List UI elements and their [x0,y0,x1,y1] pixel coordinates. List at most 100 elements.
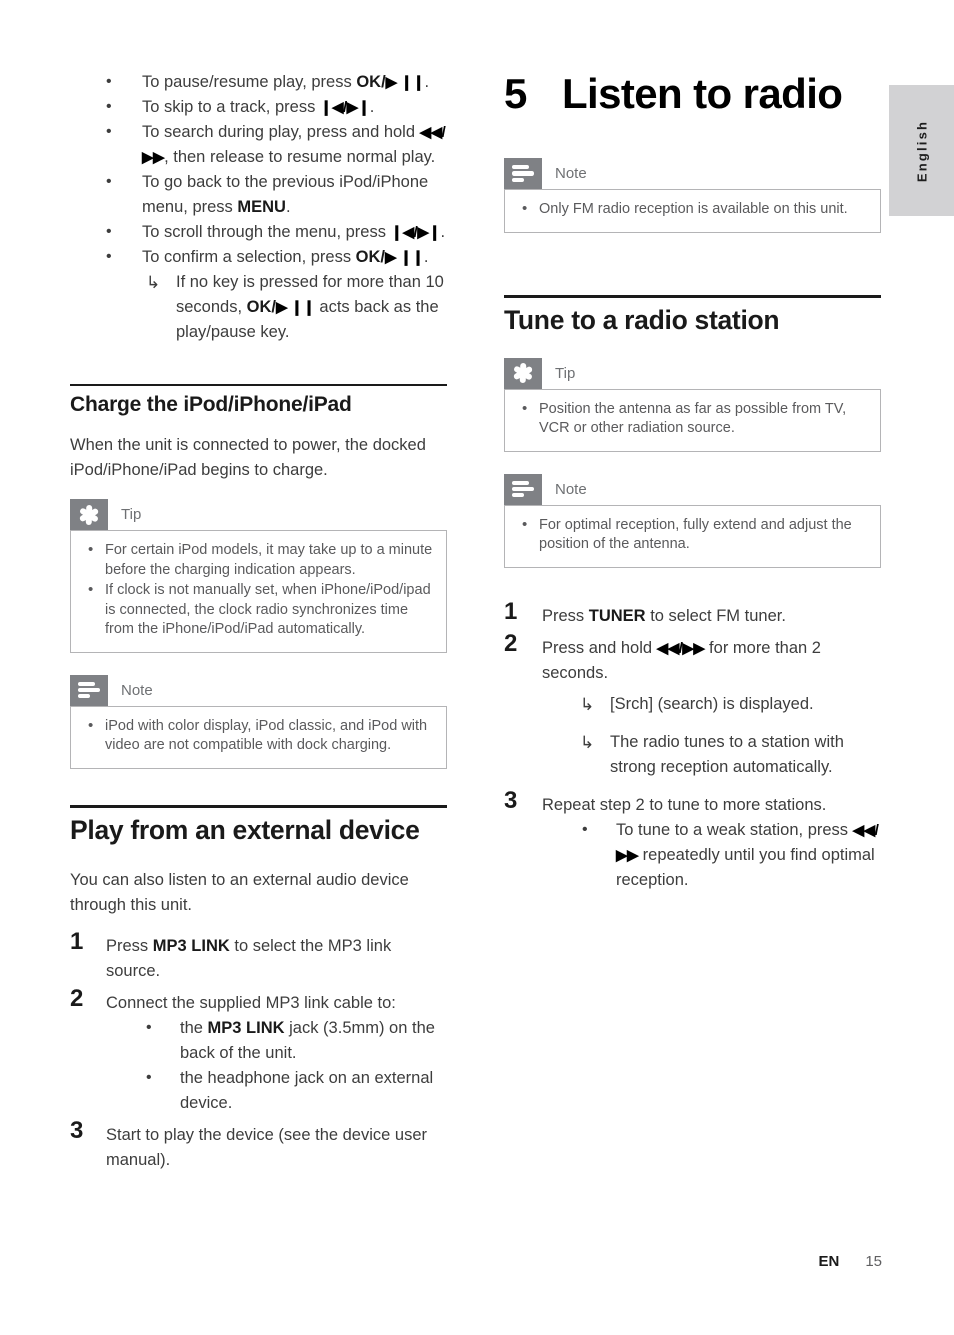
text-run: Press and hold [542,638,657,657]
list-item: To tune to a weak station, press ◀◀/▶▶ r… [542,817,881,893]
list-item: To confirm a selection, press OK/▶ ❙❙. [70,244,447,270]
text-run: the [180,1018,208,1037]
text-run: . [440,223,446,241]
tip-flower-icon [504,357,542,389]
document-page: English To pause/resume play, press OK/▶… [0,0,954,1335]
step-number: 1 [504,597,518,625]
list-item: To search during play, press and hold ◀◀… [70,119,447,170]
note-bars-icon [504,158,542,189]
tip-flower-icon [70,499,108,530]
callout-header: Note [504,473,881,505]
charge-section-intro: When the unit is connected to power, the… [70,436,426,479]
callout-body: For certain iPod models, it may take up … [70,530,447,653]
tune-section: Tune to a radio station Tip Position the… [504,294,881,893]
list-item: To pause/resume play, press OK/▶ ❙❙. [70,69,447,95]
tune-note-callout: Note For optimal reception, fully extend… [504,473,881,568]
callout-label: Note [555,480,587,498]
callout-body: Only FM radio reception is available on … [504,189,881,233]
step-result-list: [Srch] (search) is displayed. The radio t… [542,692,881,780]
text-run: To scroll through the menu, press [142,223,391,241]
ipod-control-bullet-list: To pause/resume play, press OK/▶ ❙❙.To s… [70,69,447,270]
text-run: [Srch] (search) is displayed. [610,694,814,713]
language-side-tab: English [889,85,954,216]
chapter-title: 5 Listen to radio [504,70,881,118]
control-glyph: ❙◀/▶❙ [390,224,441,241]
callout-body: For optimal reception, fully extend and … [504,504,881,568]
control-glyph: ❙◀/▶❙ [319,99,370,116]
step-sub-bullet-list: To tune to a weak station, press ◀◀/▶▶ r… [542,817,881,893]
control-glyph: ▶ ❙❙ [385,249,424,266]
result-item: The radio tunes to a station with strong… [542,730,881,780]
step-number: 3 [70,1116,84,1144]
text-run: To tune to a weak station, press [616,820,853,839]
chapter-name: Listen to radio [562,70,843,117]
callout-item: For certain iPod models, it may take up … [83,540,434,580]
step-item: 3 Start to play the device (see the devic… [70,1118,447,1173]
text-run: To pause/resume play, press [142,73,357,91]
chapter-number: 5 [504,70,527,117]
list-item: the MP3 LINK jack (3.5mm) on the back of… [106,1015,447,1066]
result-item: If no key is pressed for more than 10 se… [70,270,447,345]
text-run: Press [106,936,153,955]
language-label: English [914,119,929,182]
text-run: . [369,98,375,116]
emphasis-text: OK/ [355,248,386,266]
tune-tip-callout: Tip Position the antenna as far as possi… [504,357,881,452]
footer-locale: EN [818,1253,840,1270]
section-rule [70,804,447,808]
tune-section-heading: Tune to a radio station [504,304,780,335]
text-run: To skip to a track, press [142,98,320,116]
chapter-note-callout: Note Only FM radio reception is availabl… [504,158,881,233]
text-run: To confirm a selection, press [142,248,356,266]
ipod-control-sub-result-list: If no key is pressed for more than 10 se… [70,270,447,345]
section-rule [504,294,881,298]
note-bars-icon [70,674,108,706]
external-device-heading: Play from an external device [70,814,420,845]
text-run: . [423,248,429,266]
charge-tip-callout: Tip For certain iPod models, it may take… [70,499,447,653]
text-run: Start to play the device (see the device… [106,1125,428,1169]
external-device-section: Play from an external device You can als… [70,804,447,1173]
callout-label: Note [121,681,153,699]
control-glyph: ▶ ❙❙ [275,299,315,316]
callout-label: Note [555,165,587,182]
callout-item: iPod with color display, iPod classic, a… [83,716,434,756]
result-item: [Srch] (search) is displayed. [542,692,881,717]
callout-body: Position the antenna as far as possible … [504,388,881,452]
right-column: 5 Listen to radio Note Only FM radio rec… [504,70,881,900]
step-number: 3 [504,786,518,814]
callout-body: iPod with color display, iPod classic, a… [70,705,447,769]
text-run: Connect the supplied MP3 link cable to: [106,993,396,1012]
callout-item: For optimal reception, fully extend and … [517,515,868,555]
callout-label: Tip [121,506,142,523]
section-rule [70,384,447,386]
step-item: 2 Connect the supplied MP3 link cable to:… [70,986,447,1116]
list-item: To go back to the previous iPod/iPhone m… [70,169,447,220]
text-run: to select FM tuner. [645,606,786,625]
step-sub-bullet-list: the MP3 LINK jack (3.5mm) on the back of… [106,1015,447,1116]
callout-header: Tip [504,357,881,389]
step-number: 2 [70,984,84,1012]
footer-page-number: 15 [865,1253,882,1270]
charge-note-callout: Note iPod with color display, iPod class… [70,674,447,769]
list-item: To scroll through the menu, press ❙◀/▶❙. [70,219,447,245]
step-item: 1 Press TUNER to select FM tuner. [504,599,881,629]
callout-item: Position the antenna as far as possible … [517,399,868,439]
callout-label: Tip [555,364,576,382]
step-number: 1 [70,927,84,955]
callout-item: If clock is not manually set, when iPhon… [83,580,434,640]
text-run: The radio tunes to a station with strong… [610,732,844,776]
note-bars-icon [504,473,542,505]
left-column: To pause/resume play, press OK/▶ ❙❙.To s… [70,69,447,1180]
emphasis-text: MP3 LINK [207,1018,285,1037]
callout-header: Note [504,158,881,189]
step-item: 1 Press MP3 LINK to select the MP3 link s… [70,929,447,984]
text-run: , then release to resume normal play. [164,148,436,166]
external-device-step-list: 1 Press MP3 LINK to select the MP3 link s… [70,929,447,1173]
tune-step-list: 1 Press TUNER to select FM tuner. 2 Press a… [504,599,881,893]
text-run: repeatedly until you find optimal recept… [616,845,875,889]
step-item: 2 Press and hold ◀◀/▶▶ for more than 2 se… [504,631,881,780]
text-run: Repeat step 2 to tune to more stations. [542,795,827,814]
emphasis-text: OK/ [356,73,386,91]
callout-item: Only FM radio reception is available on … [517,199,868,220]
